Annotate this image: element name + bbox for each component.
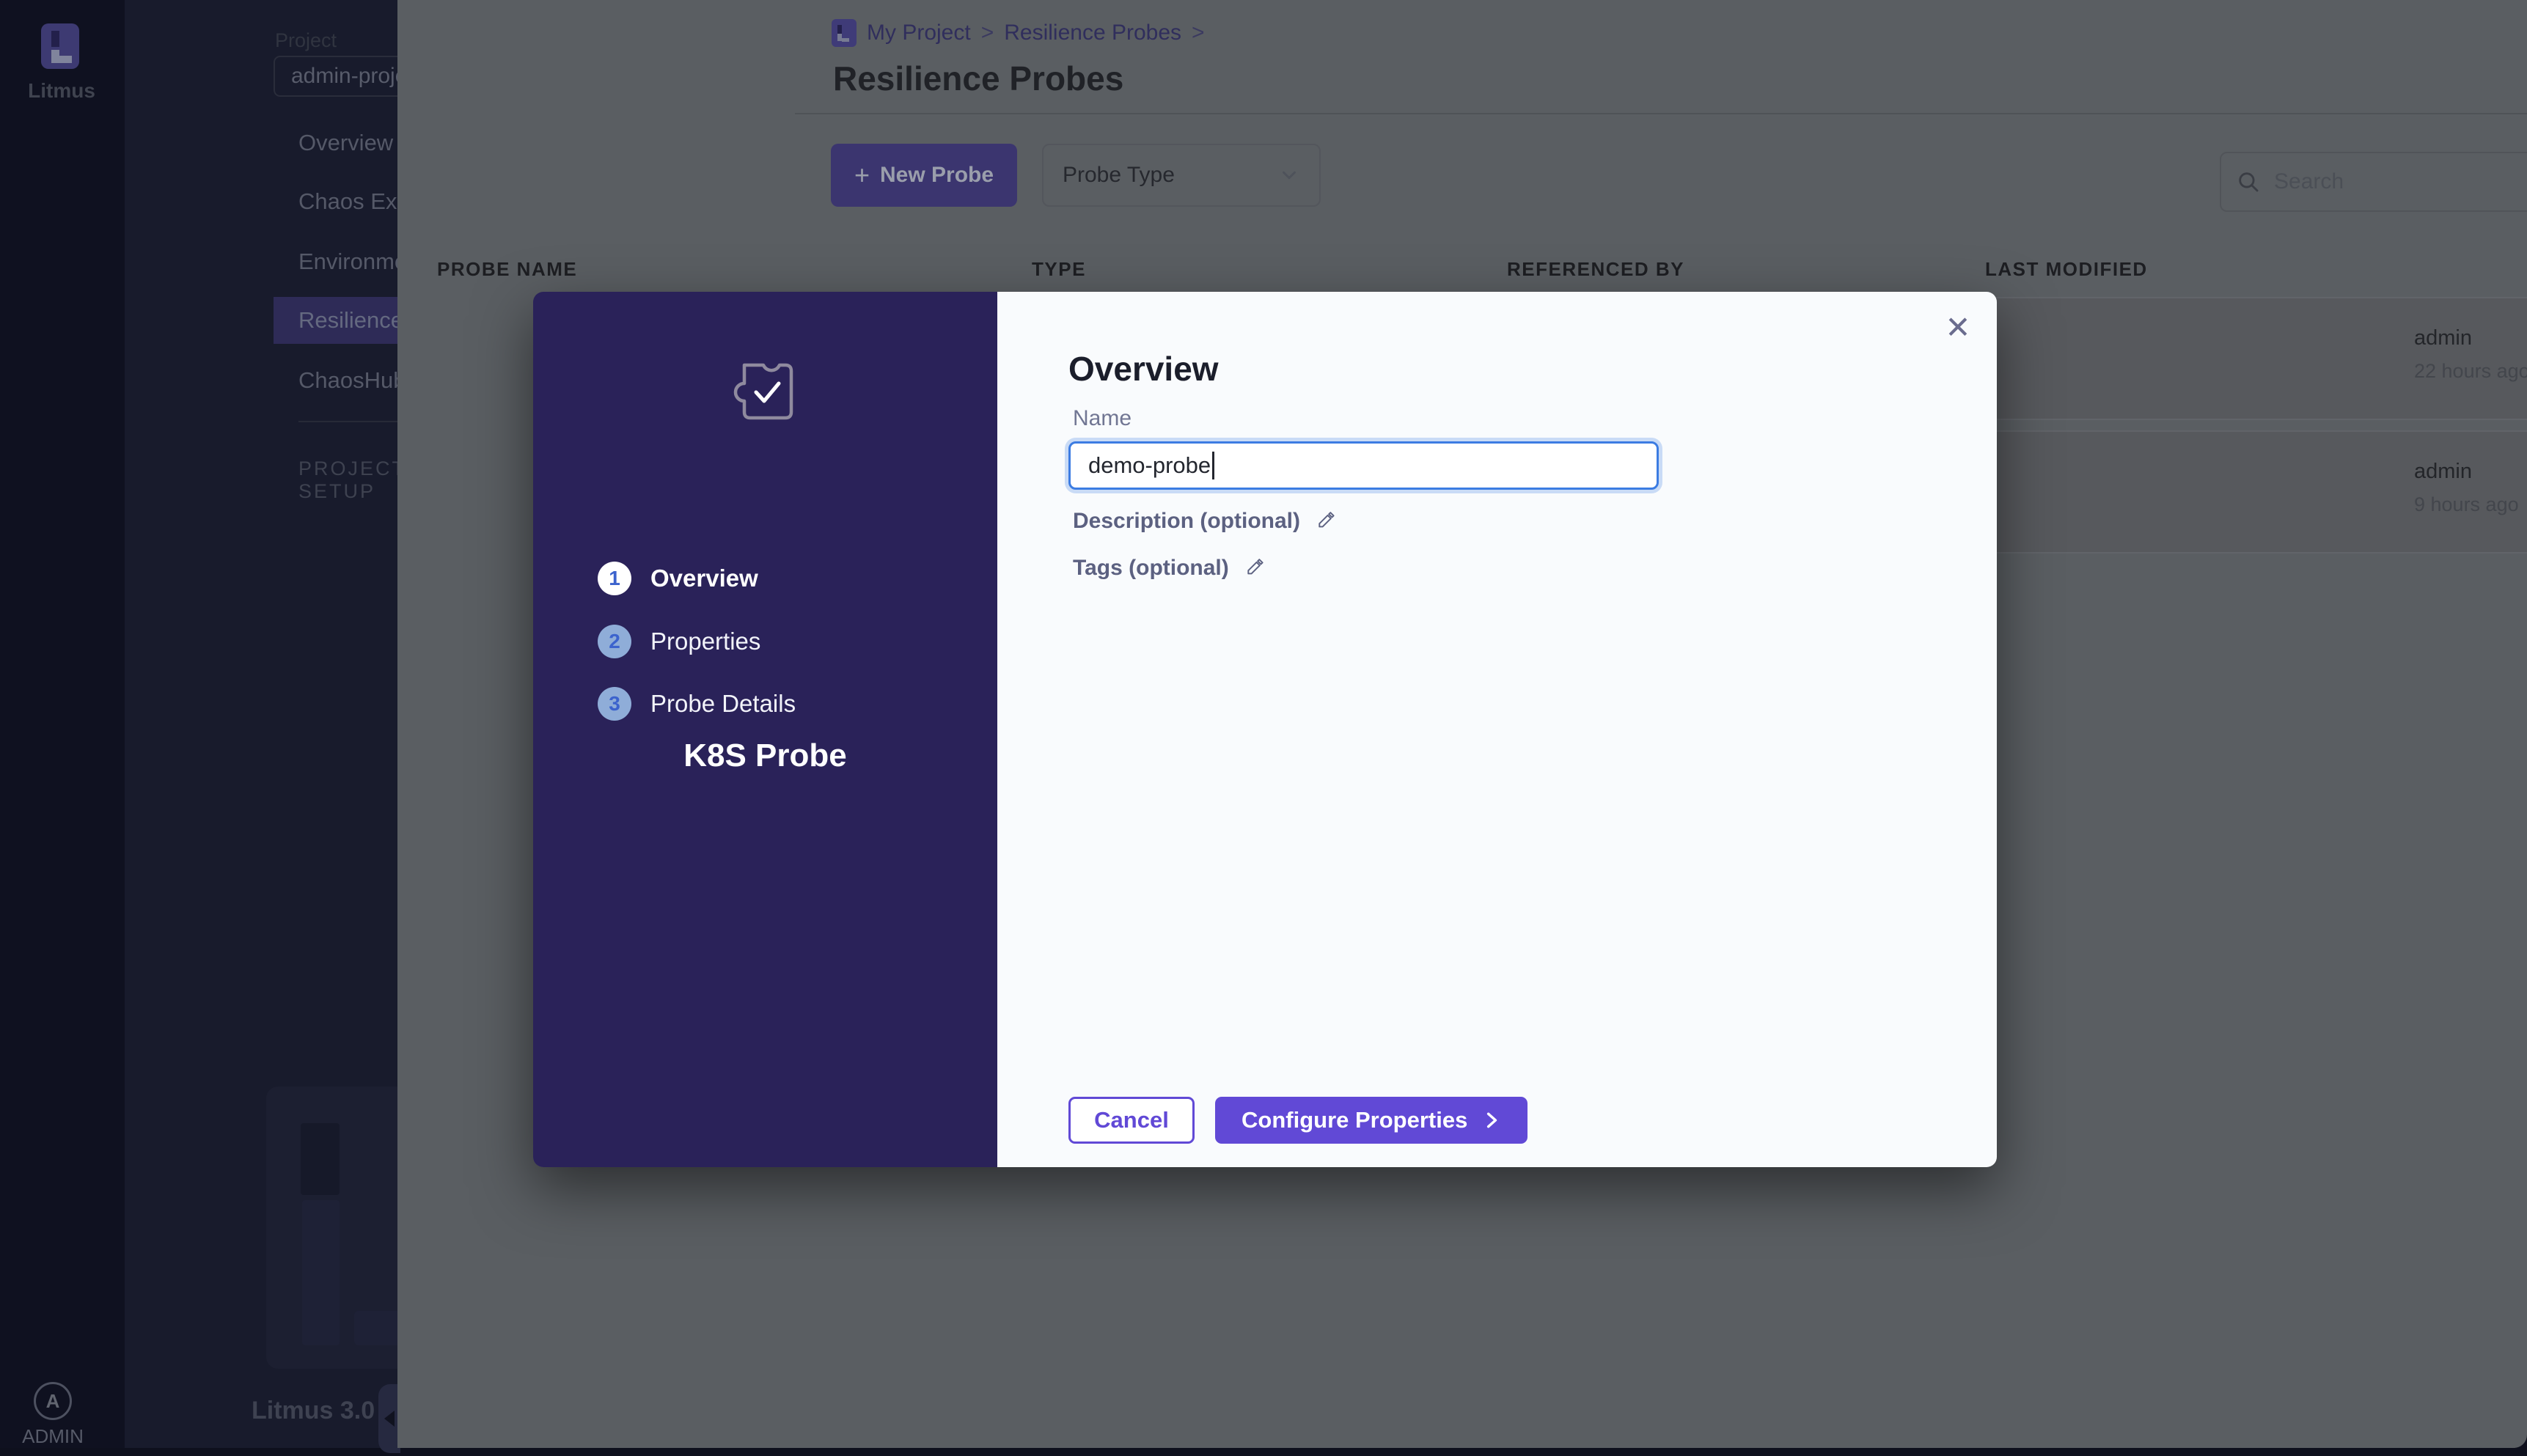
user-label: ADMIN	[12, 1425, 94, 1448]
search-input[interactable]: Search	[2220, 152, 2527, 212]
last-modified-time: 22 hours ago	[2414, 360, 2527, 383]
last-modified-user: admin	[2414, 460, 2472, 484]
cancel-button[interactable]: Cancel	[1068, 1097, 1195, 1144]
step-overview[interactable]: 1 Overview	[598, 562, 758, 595]
sidebar-rail: Litmus A ADMIN	[0, 0, 125, 1448]
edit-pencil-icon	[1245, 558, 1266, 578]
chevron-right-icon	[1482, 1111, 1501, 1130]
tags-toggle[interactable]: Tags (optional)	[1073, 556, 1266, 581]
column-header-last-modified: LAST MODIFIED	[1985, 258, 2148, 281]
close-icon[interactable]: ✕	[1936, 305, 1980, 349]
breadcrumb-resilience-probes[interactable]: Resilience Probes	[1004, 21, 1181, 45]
new-probe-button[interactable]: + New Probe	[831, 144, 1017, 207]
step-number: 2	[598, 625, 631, 658]
column-header-probe-name: PROBE NAME	[437, 258, 577, 281]
sidebar: Project admin-project › Overview Chaos E…	[125, 0, 397, 1448]
probe-name-input[interactable]: demo-probe	[1068, 441, 1659, 490]
probe-type-title: K8S Probe	[533, 738, 997, 774]
description-toggle[interactable]: Description (optional)	[1073, 509, 1337, 534]
probe-puzzle-icon	[728, 355, 802, 428]
breadcrumb-my-project[interactable]: My Project	[867, 21, 971, 45]
breadcrumb-separator: >	[981, 21, 994, 45]
modal-body: ✕ Overview Name demo-probe Description (…	[997, 292, 1997, 1167]
plus-icon: +	[854, 162, 870, 188]
modal-step-panel: K8S Probe 1 Overview 2 Properties 3 Prob…	[533, 292, 997, 1167]
user-avatar[interactable]: A	[34, 1382, 72, 1420]
step-number: 1	[598, 562, 631, 595]
modal-heading: Overview	[1068, 349, 1219, 389]
name-label: Name	[1073, 406, 1132, 431]
last-modified-time: 9 hours ago	[2414, 493, 2519, 516]
project-label: Project	[275, 29, 337, 52]
breadcrumb-separator: >	[1192, 21, 1205, 45]
probe-name-value: demo-probe	[1088, 452, 1211, 479]
header-divider	[795, 113, 2527, 114]
modal-footer: Cancel Configure Properties	[1068, 1097, 1527, 1144]
step-number: 3	[598, 687, 631, 721]
last-modified-user: admin	[2414, 326, 2472, 350]
column-header-type: TYPE	[1032, 258, 1086, 281]
litmus-app: Litmus A ADMIN Project admin-project › O…	[0, 0, 2527, 1456]
breadcrumb: My Project > Resilience Probes >	[832, 19, 1205, 47]
litmus-logo-icon[interactable]	[41, 23, 79, 69]
collapse-left-icon	[384, 1411, 395, 1427]
edit-pencil-icon	[1316, 511, 1337, 532]
search-icon	[2236, 169, 2261, 194]
step-properties[interactable]: 2 Properties	[598, 625, 760, 658]
column-header-referenced-by: REFERENCED BY	[1507, 258, 1684, 281]
page-title: Resilience Probes	[833, 59, 1123, 98]
breadcrumb-logo-icon	[832, 19, 857, 47]
app-version: Litmus 3.0	[252, 1397, 375, 1425]
chevron-down-icon	[1278, 164, 1300, 186]
create-probe-modal: K8S Probe 1 Overview 2 Properties 3 Prob…	[533, 292, 1997, 1167]
step-probe-details[interactable]: 3 Probe Details	[598, 687, 796, 721]
probe-type-dropdown[interactable]: Probe Type	[1042, 144, 1321, 207]
text-caret	[1212, 452, 1214, 479]
search-placeholder: Search	[2274, 169, 2344, 194]
configure-properties-button[interactable]: Configure Properties	[1215, 1097, 1527, 1144]
brand-label: Litmus	[21, 79, 103, 103]
